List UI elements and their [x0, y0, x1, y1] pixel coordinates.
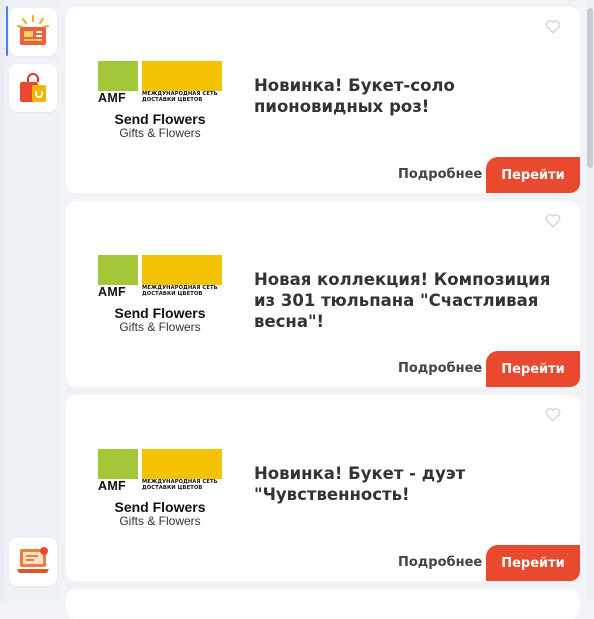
- ticket-coupon-icon: [17, 15, 49, 45]
- go-button[interactable]: Перейти: [486, 351, 580, 387]
- offers-feed: AMF МЕЖДУНАРОДНАЯ СЕТЬ ДОСТАВКИ ЦВЕТОВ S…: [66, 0, 580, 619]
- sidebar-active-indicator: [6, 6, 8, 56]
- offer-title: Новинка! Букет - дуэт "Чувственность!: [254, 464, 466, 504]
- offer-card: AMF МЕЖДУНАРОДНАЯ СЕТЬ ДОСТАВКИ ЦВЕТОВ S…: [66, 395, 580, 581]
- laptop-chat-icon: [17, 547, 49, 573]
- offer-title: Новая коллекция! Композиция из 301 тюльп…: [254, 270, 551, 331]
- sidebar: [4, 0, 58, 601]
- heart-icon[interactable]: [544, 211, 562, 229]
- details-link[interactable]: Подробнее: [398, 555, 482, 570]
- sidebar-item-coupons[interactable]: [9, 8, 57, 56]
- amf-logo: AMF МЕЖДУНАРОДНАЯ СЕТЬ ДОСТАВКИ ЦВЕТОВ S…: [98, 61, 222, 141]
- scrollbar-thumb[interactable]: [587, 8, 593, 168]
- scrollbar[interactable]: [586, 0, 594, 601]
- amf-logo: AMF МЕЖДУНАРОДНАЯ СЕТЬ ДОСТАВКИ ЦВЕТОВ S…: [98, 255, 222, 335]
- offer-title: Новинка! Букет-соло пионовидных роз!: [254, 76, 455, 116]
- offer-card-partial: [66, 589, 580, 619]
- shopping-bag-icon: [20, 73, 46, 102]
- go-button[interactable]: Перейти: [486, 157, 580, 193]
- details-link[interactable]: Подробнее: [398, 167, 482, 182]
- go-button[interactable]: Перейти: [486, 545, 580, 581]
- details-link[interactable]: Подробнее: [398, 361, 482, 376]
- sidebar-item-support[interactable]: [9, 538, 57, 586]
- sidebar-item-shop[interactable]: [9, 64, 57, 112]
- offer-card: AMF МЕЖДУНАРОДНАЯ СЕТЬ ДОСТАВКИ ЦВЕТОВ S…: [66, 201, 580, 387]
- heart-icon[interactable]: [544, 405, 562, 423]
- offer-card: AMF МЕЖДУНАРОДНАЯ СЕТЬ ДОСТАВКИ ЦВЕТОВ S…: [66, 7, 580, 193]
- amf-logo: AMF МЕЖДУНАРОДНАЯ СЕТЬ ДОСТАВКИ ЦВЕТОВ S…: [98, 449, 222, 529]
- heart-icon[interactable]: [544, 17, 562, 35]
